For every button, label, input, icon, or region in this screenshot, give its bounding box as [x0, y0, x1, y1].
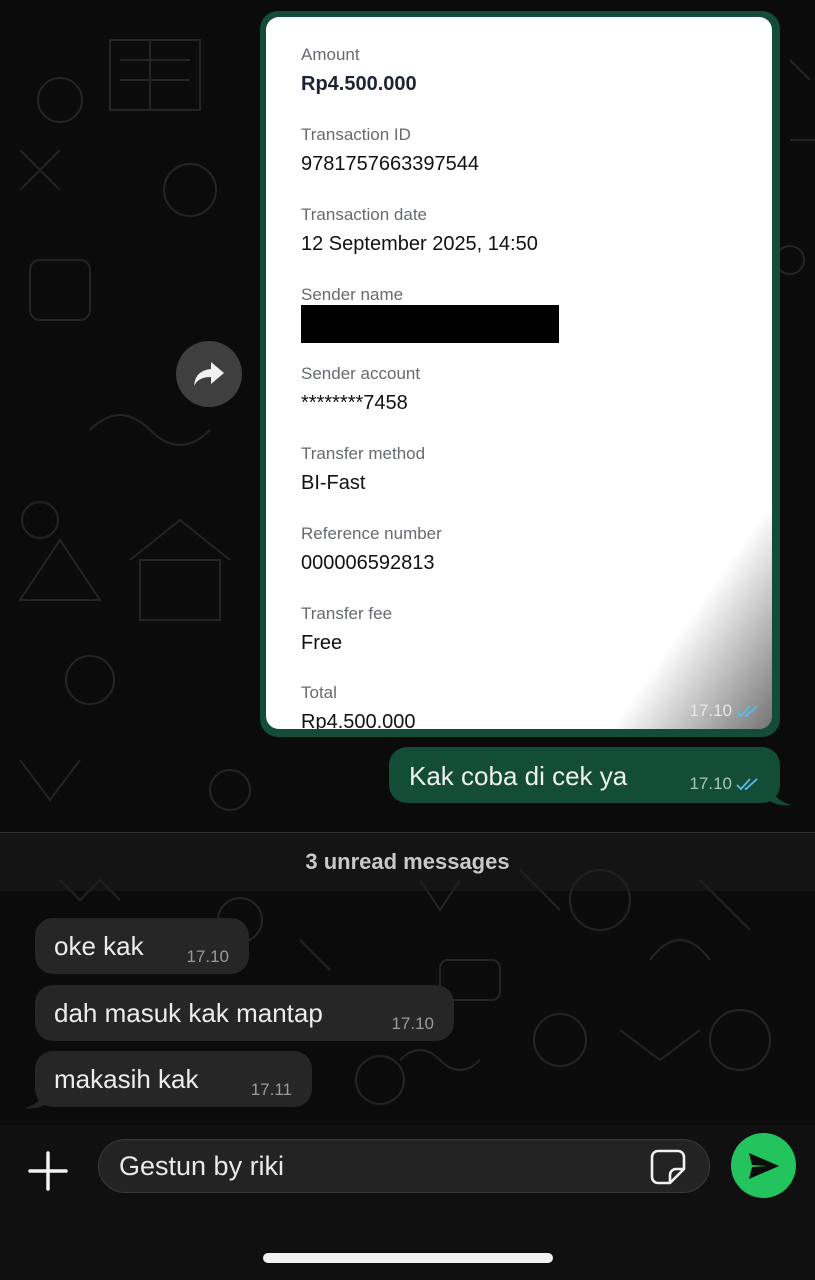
- receipt-transfer-method: Transfer method BI-Fast: [301, 444, 425, 495]
- receipt-field-label: Sender name: [301, 285, 404, 304]
- receipt-transaction-id: Transaction ID 9781757663397544: [301, 125, 479, 176]
- message-time: 17.10: [689, 774, 732, 793]
- message-input-text: Gestun by riki: [119, 1151, 285, 1181]
- receipt-field-value: ********7458: [301, 392, 408, 414]
- receipt-reference-number: Reference number 000006592813: [301, 524, 442, 575]
- composer-bar: Gestun by riki: [0, 1125, 815, 1280]
- receipt-field-label: Reference number: [301, 524, 442, 543]
- receipt-total: Total Rp4.500.000: [301, 683, 416, 729]
- incoming-message-bubble[interactable]: dah masuk kak mantap 17.10: [35, 985, 454, 1041]
- receipt-field-label: Total: [301, 683, 337, 702]
- receipt-field-value: Free: [301, 632, 343, 654]
- plus-icon[interactable]: [26, 1149, 70, 1193]
- receipt-field-label: Transfer method: [301, 444, 426, 463]
- receipt-field-label: Amount: [301, 45, 360, 64]
- receipt-transfer-fee: Transfer fee Free: [301, 604, 392, 655]
- message-time: 17.10: [391, 1014, 434, 1033]
- message-text: dah masuk kak mantap: [54, 998, 323, 1028]
- home-indicator: [263, 1253, 553, 1263]
- message-time: 17.11: [250, 1080, 292, 1099]
- message-meta: 17.10: [689, 774, 760, 794]
- message-text: oke kak: [54, 931, 144, 961]
- receipt-image: Amount Rp4.500.000 Transaction ID 978175…: [266, 17, 772, 729]
- send-button[interactable]: [731, 1133, 796, 1198]
- incoming-message-bubble[interactable]: makasih kak 17.11: [35, 1051, 312, 1107]
- send-icon: [748, 1152, 779, 1179]
- receipt-field-value: BI-Fast: [301, 472, 366, 494]
- unread-divider: 3 unread messages: [0, 832, 815, 891]
- message-time: 17.10: [689, 701, 732, 720]
- redaction-bar: [301, 305, 559, 343]
- receipt-field-label: Transfer fee: [301, 604, 393, 623]
- receipt-field-value: 12 September 2025, 14:50: [301, 233, 538, 255]
- message-time: 17.10: [186, 947, 229, 966]
- unread-label: 3 unread messages: [305, 849, 510, 874]
- incoming-message-bubble[interactable]: oke kak 17.10: [35, 918, 249, 974]
- receipt-field-label: Transaction ID: [301, 125, 411, 144]
- receipt-sender-account: Sender account ********7458: [301, 364, 420, 415]
- double-check-icon: [736, 778, 758, 791]
- receipt-amount: Amount Rp4.500.000: [301, 45, 417, 96]
- receipt-field-value: Rp4.500.000: [301, 711, 416, 729]
- outgoing-message-bubble[interactable]: Kak coba di cek ya 17.10: [389, 747, 780, 803]
- message-text: makasih kak: [54, 1064, 199, 1094]
- receipt-field-value: Rp4.500.000: [301, 73, 417, 95]
- receipt-field-value: 000006592813: [301, 552, 435, 574]
- message-input[interactable]: Gestun by riki: [98, 1139, 710, 1193]
- forward-button[interactable]: [176, 341, 242, 407]
- receipt-field-value: 9781757663397544: [301, 153, 479, 175]
- sticker-icon[interactable]: [648, 1147, 688, 1187]
- message-text: Kak coba di cek ya: [409, 761, 628, 791]
- image-message-bubble[interactable]: Amount Rp4.500.000 Transaction ID 978175…: [260, 11, 780, 737]
- forward-icon: [194, 362, 224, 386]
- receipt-field-label: Sender account: [301, 364, 421, 383]
- double-check-icon: [736, 705, 758, 718]
- receipt-field-label: Transaction date: [301, 205, 427, 224]
- receipt-sender-name: Sender name: [301, 285, 403, 305]
- message-meta: 17.10: [689, 701, 760, 721]
- receipt-transaction-date: Transaction date 12 September 2025, 14:5…: [301, 205, 538, 256]
